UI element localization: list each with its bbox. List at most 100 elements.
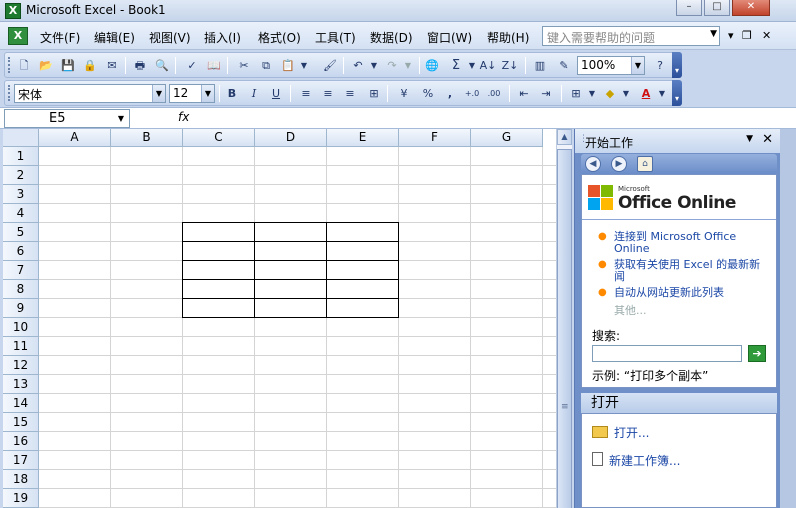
comma-button[interactable]: , [441, 85, 459, 102]
bordered-cell-c8[interactable] [182, 279, 255, 299]
row-header-19[interactable]: 19 [3, 489, 39, 508]
zoom-select[interactable]: 100% ▼ [577, 56, 645, 75]
menu-window[interactable]: 窗口(W) [427, 29, 472, 46]
bordered-cell-d7[interactable] [254, 260, 327, 280]
menu-data[interactable]: 数据(D) [370, 29, 413, 46]
font-size-select[interactable]: 12 ▼ [169, 84, 215, 103]
print-preview-icon[interactable]: 🔍 [153, 57, 171, 74]
toolbar-grip[interactable] [8, 57, 11, 73]
chevron-down-icon[interactable]: ▼ [583, 85, 601, 102]
close-icon[interactable]: ✕ [762, 132, 773, 147]
row-header-6[interactable]: 6 [3, 242, 39, 261]
link-auto-update[interactable]: 自动从网站更新此列表 [614, 287, 774, 299]
bordered-cell-e5[interactable] [326, 222, 399, 242]
print-icon[interactable]: 🖶 [131, 57, 149, 74]
increase-indent-icon[interactable]: ⇥ [537, 85, 555, 102]
chevron-down-icon[interactable]: ▼ [152, 85, 165, 102]
currency-icon[interactable]: ¥ [395, 85, 413, 102]
new-workbook-link[interactable]: 新建工作簿... [592, 452, 680, 469]
bordered-cell-c9[interactable] [182, 298, 255, 318]
menu-view[interactable]: 视图(V) [149, 29, 191, 46]
select-all-corner[interactable] [3, 129, 39, 147]
toolbar-options-icon[interactable]: ▾ [672, 52, 682, 78]
align-left-icon[interactable]: ≡ [297, 85, 315, 102]
row-header-17[interactable]: 17 [3, 451, 39, 470]
formula-input[interactable] [196, 110, 792, 127]
bordered-cell-d6[interactable] [254, 241, 327, 261]
merge-center-icon[interactable]: ⊞ [365, 85, 383, 102]
chevron-down-icon[interactable]: ▼ [653, 85, 671, 102]
search-go-button[interactable]: ➔ [748, 345, 766, 362]
insert-function-icon[interactable]: fx [178, 110, 189, 124]
row-header-4[interactable]: 4 [3, 204, 39, 223]
excel-app-icon[interactable]: X [5, 3, 21, 19]
align-center-icon[interactable]: ≡ [319, 85, 337, 102]
save-icon[interactable]: 💾 [59, 57, 77, 74]
chevron-down-icon[interactable]: ▼ [365, 57, 383, 74]
column-header-a[interactable]: A [39, 129, 111, 147]
forward-icon[interactable]: ▶ [611, 156, 627, 172]
open-icon[interactable]: 📂 [37, 57, 55, 74]
scroll-thumb[interactable]: ≡ [557, 149, 572, 508]
column-header-f[interactable]: F [399, 129, 471, 147]
chevron-down-icon[interactable]: ▼ [746, 134, 753, 144]
row-header-10[interactable]: 10 [3, 318, 39, 337]
menu-format[interactable]: 格式(O) [258, 29, 301, 46]
new-icon[interactable]: 🗋 [15, 57, 33, 74]
sort-ascending-icon[interactable]: A↓ [479, 57, 497, 74]
menu-tools[interactable]: 工具(T) [315, 29, 356, 46]
row-header-3[interactable]: 3 [3, 185, 39, 204]
link-connect-office-online[interactable]: 连接到 Microsoft Office Online [614, 231, 766, 255]
doc-close-button[interactable]: ✕ [762, 29, 771, 42]
row-header-9[interactable]: 9 [3, 299, 39, 318]
toolbar-grip[interactable] [8, 85, 11, 101]
row-header-12[interactable]: 12 [3, 356, 39, 375]
bordered-cell-e6[interactable] [326, 241, 399, 261]
hyperlink-icon[interactable]: 🌐 [423, 57, 441, 74]
row-header-15[interactable]: 15 [3, 413, 39, 432]
bordered-cell-e9[interactable] [326, 298, 399, 318]
search-input[interactable] [592, 345, 742, 362]
sort-descending-icon[interactable]: Z↓ [501, 57, 519, 74]
bordered-cell-e8[interactable] [326, 279, 399, 299]
format-painter-icon[interactable]: 🖌 [321, 57, 339, 74]
row-header-1[interactable]: 1 [3, 147, 39, 166]
spelling-icon[interactable]: ✓ [183, 57, 201, 74]
back-icon[interactable]: ◀ [585, 156, 601, 172]
help-question-box[interactable]: 键入需要帮助的问题 ▼ [542, 26, 720, 46]
vertical-scrollbar[interactable]: ▲ ≡ [556, 129, 572, 508]
menu-insert[interactable]: 插入(I) [204, 29, 241, 46]
help-icon[interactable]: ? [651, 57, 669, 74]
chevron-down-icon[interactable]: ▼ [399, 57, 417, 74]
email-icon[interactable]: ✉ [103, 57, 121, 74]
chevron-down-icon[interactable]: ▼ [295, 57, 313, 74]
research-icon[interactable]: 📖 [205, 57, 223, 74]
row-header-16[interactable]: 16 [3, 432, 39, 451]
column-header-d[interactable]: D [255, 129, 327, 147]
menu-help[interactable]: 帮助(H) [487, 29, 529, 46]
chevron-down-icon[interactable]: ▼ [201, 85, 214, 102]
home-icon[interactable]: ⌂ [637, 156, 653, 172]
bordered-cell-d9[interactable] [254, 298, 327, 318]
percent-button[interactable]: % [419, 85, 437, 102]
chevron-down-icon[interactable]: ▼ [617, 85, 635, 102]
column-header-c[interactable]: C [183, 129, 255, 147]
row-header-13[interactable]: 13 [3, 375, 39, 394]
row-header-5[interactable]: 5 [3, 223, 39, 242]
font-select[interactable]: 宋体 ▼ [14, 84, 166, 103]
row-header-7[interactable]: 7 [3, 261, 39, 280]
chevron-down-icon[interactable]: ▼ [113, 110, 129, 127]
bordered-cell-d8[interactable] [254, 279, 327, 299]
link-more[interactable]: 其他... [614, 305, 647, 317]
row-header-8[interactable]: 8 [3, 280, 39, 299]
close-button[interactable]: ✕ [732, 0, 770, 16]
link-latest-news[interactable]: 获取有关使用 Excel 的最新新闻 [614, 259, 770, 283]
scroll-up-icon[interactable]: ▲ [557, 129, 572, 145]
permission-icon[interactable]: 🔒 [81, 57, 99, 74]
workbook-icon[interactable]: X [8, 27, 28, 45]
decrease-indent-icon[interactable]: ⇤ [515, 85, 533, 102]
chart-wizard-icon[interactable]: ▥ [531, 57, 549, 74]
decrease-decimal-icon[interactable]: .00 [485, 85, 503, 102]
chevron-down-icon[interactable]: ▼ [631, 57, 644, 74]
name-box[interactable]: E5 ▼ [4, 109, 130, 128]
